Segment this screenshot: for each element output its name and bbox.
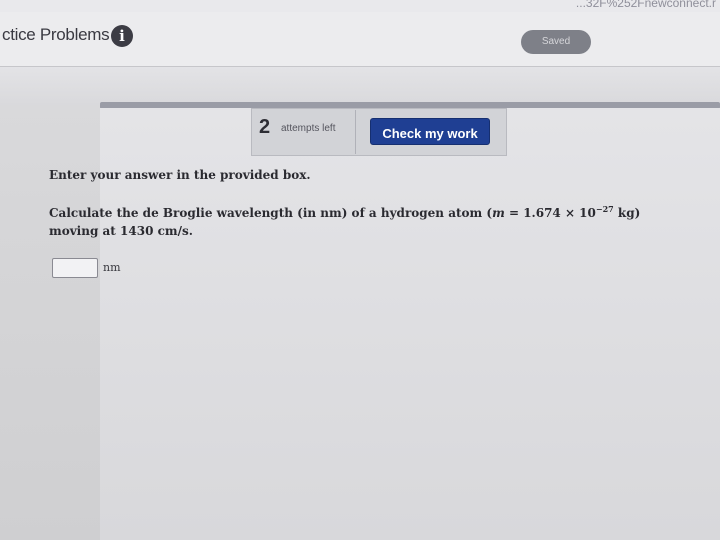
mass-value: = 1.674 × 10 [504,206,596,220]
header-band [0,67,720,105]
attempts-count: 2 [259,116,271,138]
mass-exponent: −27 [595,204,614,214]
toolbar-divider [355,110,356,154]
question-text: Calculate the de Broglie wavelength (in … [49,204,689,240]
info-icon[interactable]: i [111,25,133,47]
attempts-label: attempts left [281,123,336,134]
browser-url-bar[interactable]: ...32F%252Fnewconnect.r [0,0,720,12]
instruction-text: Enter your answer in the provided box. [49,168,311,182]
question-text-part-1: Calculate the de Broglie wavelength (in … [49,206,493,220]
page-header: ctice Problems i Saved [0,12,720,67]
answer-input[interactable] [52,258,98,278]
page-title: ctice Problems [2,25,110,44]
url-text: ...32F%252Fnewconnect.r [575,0,716,10]
saved-status-badge: Saved [521,30,591,54]
mass-symbol: m [492,206,505,220]
check-my-work-button[interactable]: Check my work [370,118,490,145]
answer-unit-label: nm [103,261,121,274]
